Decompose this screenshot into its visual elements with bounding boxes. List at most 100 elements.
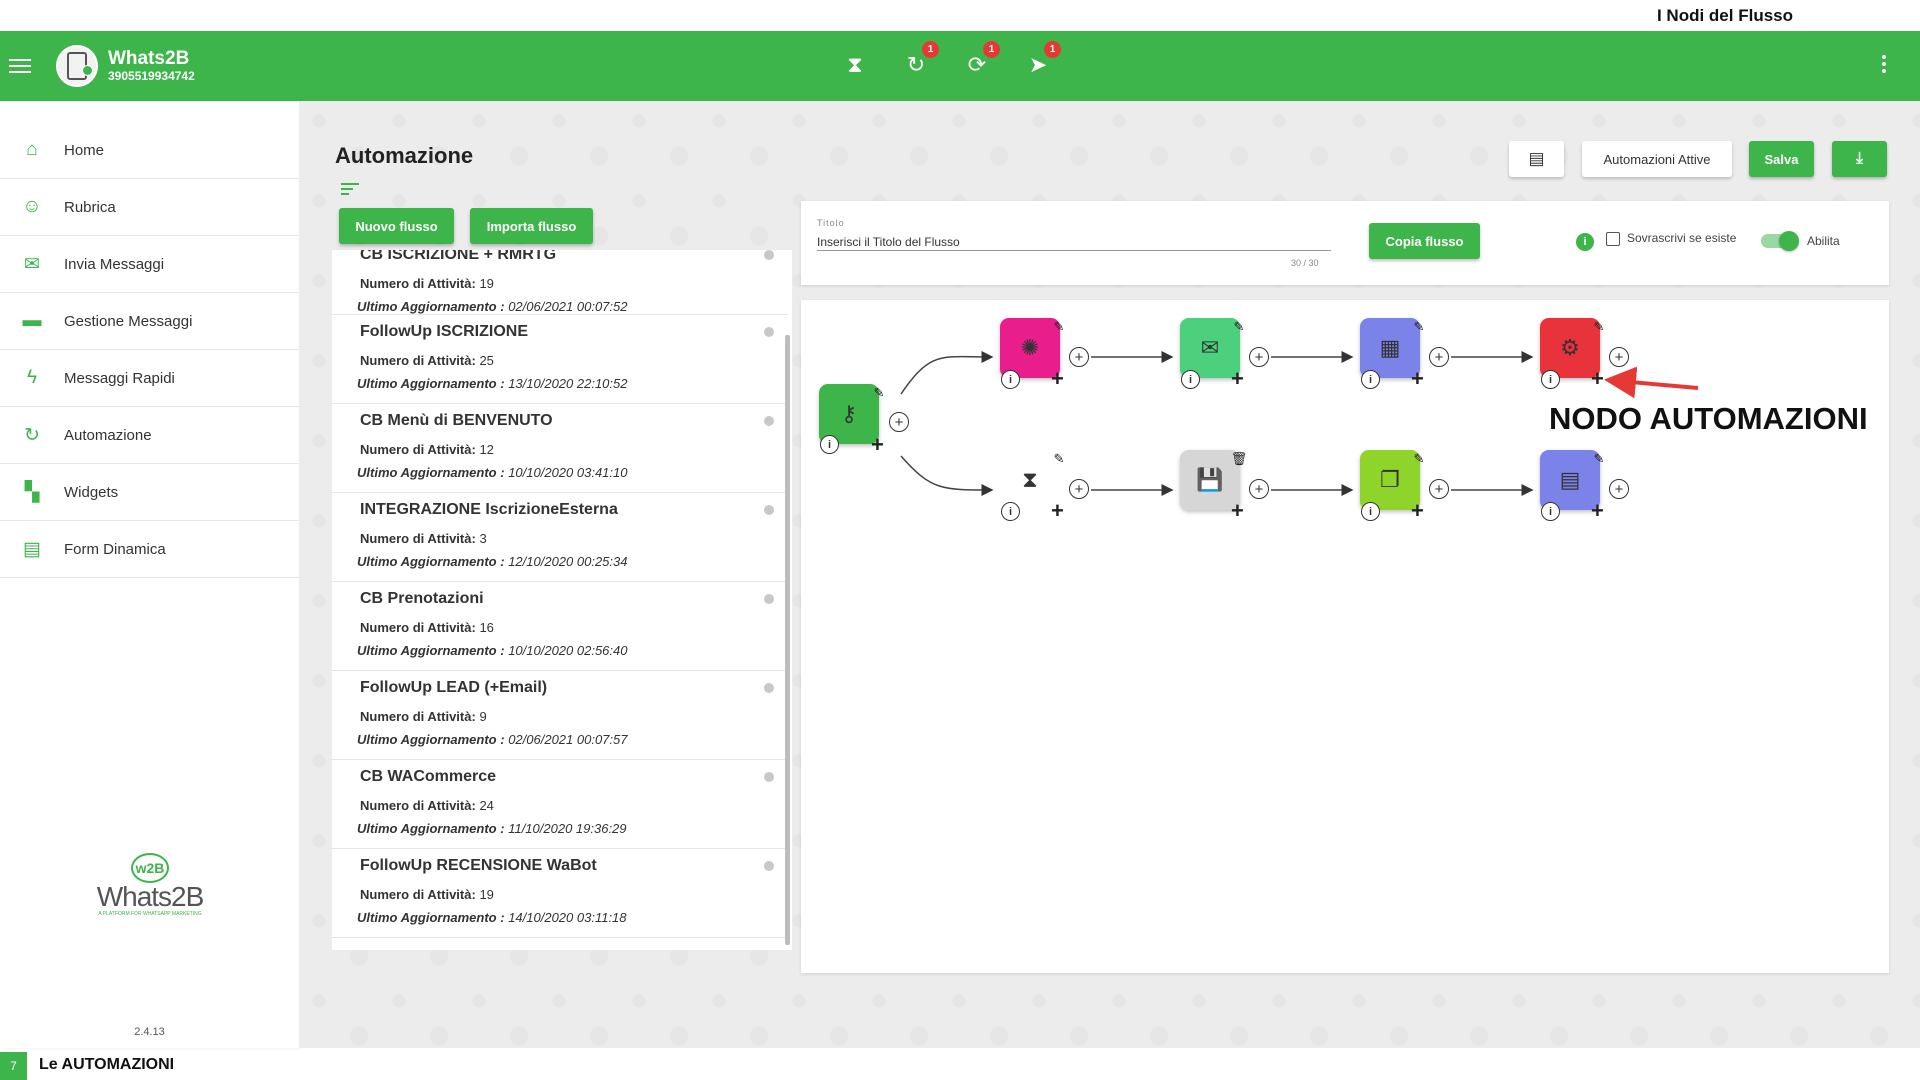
overwrite-checkbox[interactable] [1606,232,1620,246]
sidebar-item-widgets[interactable]: ▚ Widgets [0,464,299,521]
add-node-icon[interactable]: + [871,434,884,456]
new-flow-button[interactable]: Nuovo flusso [339,208,454,244]
notification-badge: 1 [1044,41,1061,58]
add-branch-icon[interactable]: + [1069,479,1089,499]
list-item[interactable]: CB Menù di BENVENUTO Numero di Attività:… [332,404,788,493]
hourglass-icon: ⧗ [1022,467,1038,492]
more-options-icon[interactable] [1882,55,1886,73]
import-flow-button[interactable]: Importa flusso [470,208,593,244]
lightning-icon: ϟ [26,367,38,388]
flow-title-input[interactable] [817,233,1331,251]
add-branch-icon[interactable]: + [1249,479,1269,499]
node-info-icon[interactable]: i [820,435,839,454]
sidebar-item-form-dinamica[interactable]: ▤ Form Dinamica [0,521,299,578]
add-node-icon[interactable]: + [1051,500,1064,522]
save-button[interactable]: Salva [1749,141,1814,177]
sidebar-logo: w2B Whats2B A PLATFORM FOR WHATSAPP MARK… [95,853,205,917]
trash-icon[interactable]: 🗑 [1231,451,1248,467]
sidebar-item-messaggi-rapidi[interactable]: ϟ Messaggi Rapidi [0,350,299,407]
edit-pencil-icon[interactable]: ✎ [1051,319,1067,335]
copy-flow-button[interactable]: Copia flusso [1369,223,1480,259]
home-icon: ⌂ [26,139,38,160]
flow-last-update: Ultimo Aggiornamento : 13/10/2020 22:10:… [357,376,628,391]
sidebar-item-rubrica[interactable]: ☺ Rubrica [0,179,299,236]
node-info-icon[interactable]: i [1541,370,1560,389]
edit-pencil-icon[interactable]: ✎ [1051,451,1067,467]
avatar[interactable] [56,45,98,87]
add-node-icon[interactable]: + [1231,500,1244,522]
sync-icon[interactable]: ⟳ 1 [962,41,1000,85]
add-node-icon[interactable]: + [1591,500,1604,522]
edit-pencil-icon[interactable]: ✎ [871,385,887,401]
notification-badge: 1 [922,41,939,58]
add-branch-icon[interactable]: + [1609,479,1629,499]
node-info-icon[interactable]: i [1361,370,1380,389]
list-item[interactable]: FollowUp ISCRIZIONE Numero di Attività: … [332,315,788,404]
sidebar-item-home[interactable]: ⌂ Home [0,122,299,179]
add-branch-icon[interactable]: + [1249,347,1269,367]
documents-icon: ❐ [1380,467,1400,492]
filter-list-icon[interactable] [341,183,359,198]
brand: Whats2B 3905519934742 [108,49,195,84]
flow-last-update: Ultimo Aggiornamento : 10/10/2020 03:41:… [357,465,628,480]
node-info-icon[interactable]: i [1361,502,1380,521]
enable-toggle[interactable] [1761,231,1799,251]
store-icon[interactable]: ▤ [1509,141,1564,177]
flow-status-dot [764,594,774,604]
connector [900,350,994,395]
logo-wordmark: Whats2B [96,881,205,912]
hourglass-icon[interactable]: ⧗ [840,45,870,85]
node-info-icon[interactable]: i [1001,502,1020,521]
flow-status-dot [764,772,774,782]
add-branch-icon[interactable]: + [1609,347,1629,367]
active-automations-button[interactable]: Automazioni Attive [1582,141,1732,177]
edit-pencil-icon[interactable]: ✎ [1411,451,1427,467]
slide-footer-label: Le AUTOMAZIONI [39,1056,175,1073]
add-node-icon[interactable]: + [1051,368,1064,390]
flow-name: FollowUp LEAD (+Email) [360,679,548,696]
add-node-icon[interactable]: + [1231,368,1244,390]
sidebar-item-gestione-messaggi[interactable]: ▬ Gestione Messaggi [0,293,299,350]
add-branch-icon[interactable]: + [1069,347,1089,367]
flow-name: CB ISCRIZIONE + RMRTG [360,250,557,263]
download-icon[interactable]: ⤓ [1832,141,1887,177]
add-branch-icon[interactable]: + [1429,347,1449,367]
app-version: 2.4.13 [134,1026,165,1038]
list-item[interactable]: FollowUp LEAD (+Email) Numero di Attivit… [332,671,788,760]
notification-badge: 1 [983,41,1000,58]
edit-pencil-icon[interactable]: ✎ [1231,319,1247,335]
flow-activity-count: Numero di Attività: 19 [360,887,494,902]
sidebar-item-invia-messaggi[interactable]: ✉ Invia Messaggi [0,236,299,293]
brain-icon: ✺ [1020,335,1040,360]
sidebar-item-automazione[interactable]: ↻ Automazione [0,407,299,464]
add-node-icon[interactable]: + [1591,368,1604,390]
list-item[interactable]: CB WACommerce Numero di Attività: 24 Ult… [332,760,788,849]
node-info-icon[interactable]: i [1181,370,1200,389]
list-scrollbar[interactable] [785,335,790,945]
list-item[interactable]: FollowUp RECENSIONE WaBot Numero di Atti… [332,849,788,938]
add-node-icon[interactable]: + [1411,368,1424,390]
mail-icon: ✉ [24,253,40,275]
scheduled-send-icon[interactable]: ➤ 1 [1023,41,1061,85]
add-node-icon[interactable]: + [1411,500,1424,522]
node-info-icon[interactable]: i [1001,370,1020,389]
edit-pencil-icon[interactable]: ✎ [1591,451,1607,467]
flow-status-dot [764,505,774,515]
refresh-clock-icon[interactable]: ↻ 1 [901,41,939,85]
list-item[interactable]: INTEGRAZIONE IscrizioneEsterna Numero di… [332,493,788,582]
list-item[interactable]: CB Prenotazioni Numero di Attività: 16 U… [332,582,788,671]
flow-name: CB Menù di BENVENUTO [360,412,553,429]
add-branch-icon[interactable]: + [889,412,909,432]
info-icon[interactable]: i [1576,233,1594,251]
edit-pencil-icon[interactable]: ✎ [1411,319,1427,335]
add-branch-icon[interactable]: + [1429,479,1449,499]
sidebar-item-label: Messaggi Rapidi [64,369,175,387]
edit-pencil-icon[interactable]: ✎ [1591,319,1607,335]
sidebar-item-label: Invia Messaggi [64,255,165,273]
overwrite-label: Sovrascrivi se esiste [1627,231,1737,245]
list-item[interactable]: CB ISCRIZIONE + RMRTG Numero di Attività… [332,250,788,315]
flow-name: FollowUp ISCRIZIONE [360,323,528,340]
envelope-icon: ✉ [1200,335,1220,360]
menu-icon[interactable] [9,59,31,73]
node-info-icon[interactable]: i [1541,502,1560,521]
